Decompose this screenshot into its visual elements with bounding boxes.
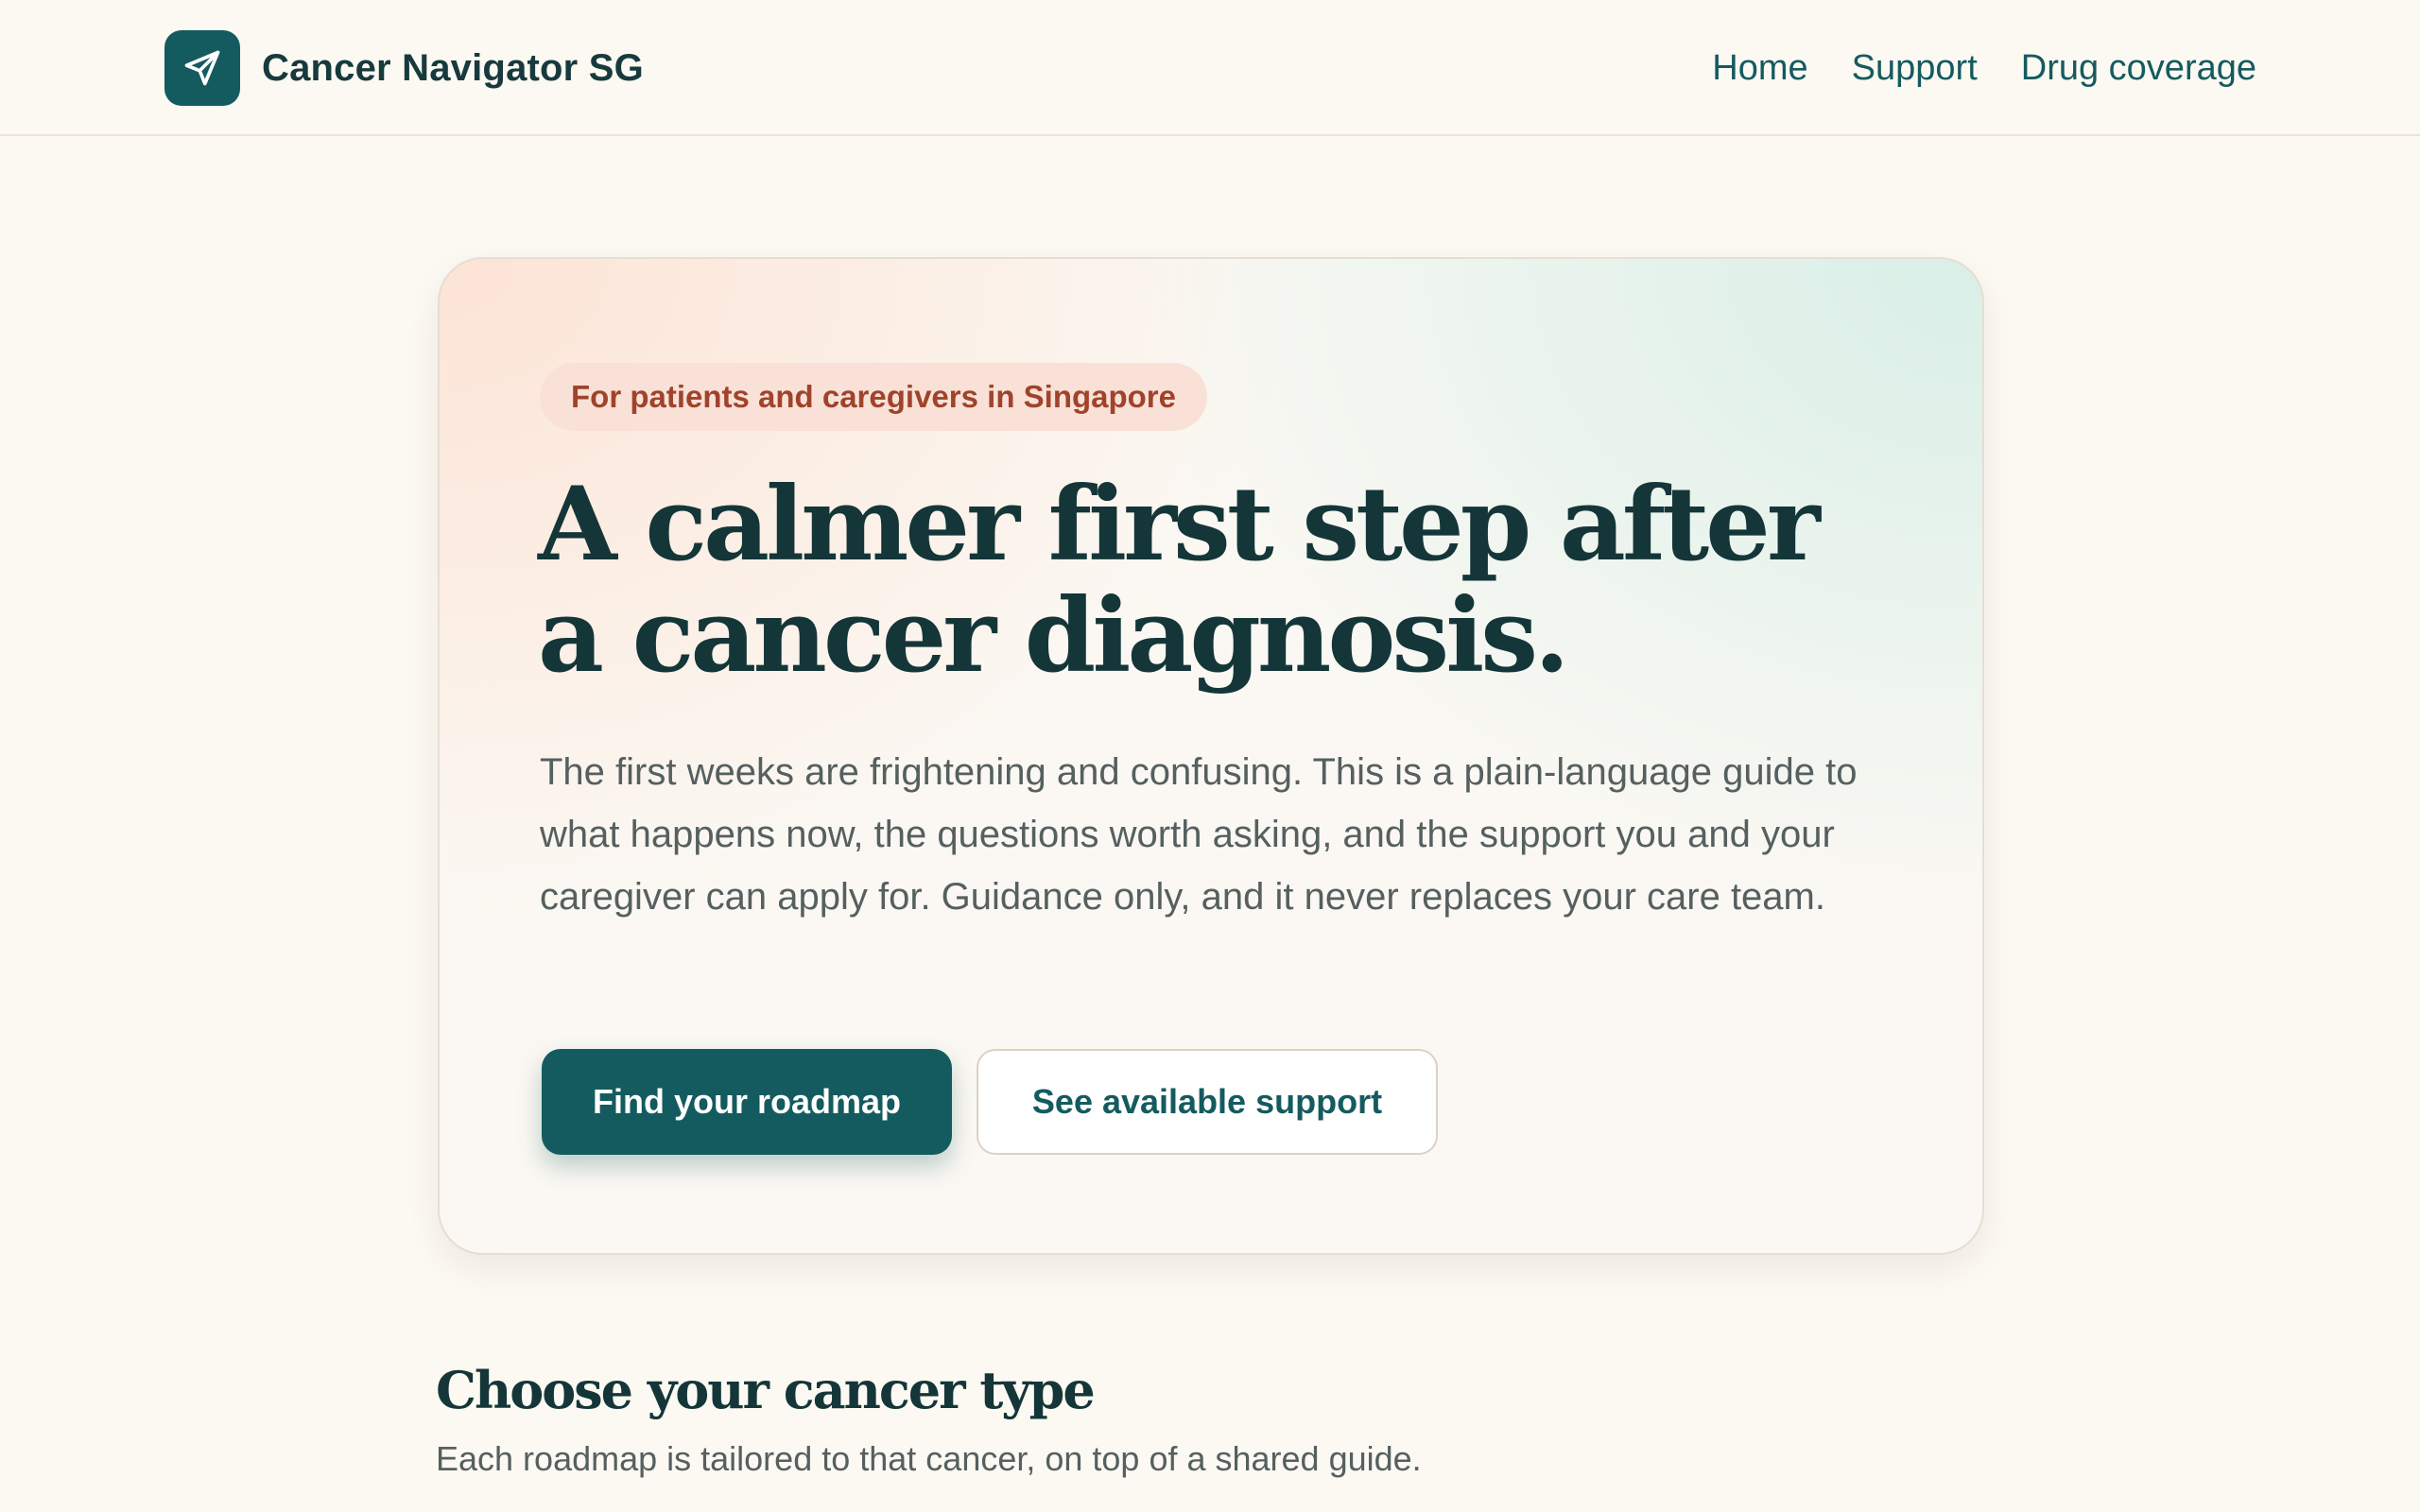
cancer-type-section-subtitle: Each roadmap is tailored to that cancer,… — [436, 1439, 1422, 1478]
audience-badge: For patients and caregivers in Singapore — [540, 363, 1208, 431]
paper-plane-icon — [164, 30, 240, 106]
hero-description: The first weeks are frightening and conf… — [540, 751, 1858, 918]
main-nav: Home Support Drug coverage — [1712, 43, 2256, 93]
hero-headline: A calmer first step after a cancer diagn… — [538, 469, 1821, 692]
find-roadmap-button[interactable]: Find your roadmap — [542, 1049, 952, 1155]
nav-link-home[interactable]: Home — [1712, 43, 1807, 93]
top-navigation-bar: Cancer Navigator SG Home Support Drug co… — [0, 0, 2420, 136]
hero-headline-line-2: a cancer diagnosis. — [538, 576, 1570, 696]
nav-link-support[interactable]: Support — [1852, 43, 1978, 93]
brand-logo-link[interactable]: Cancer Navigator SG — [164, 30, 644, 106]
cancer-type-section-title: Choose your cancer type — [436, 1360, 1096, 1420]
nav-link-drug-coverage[interactable]: Drug coverage — [2021, 43, 2256, 93]
hero-headline-line-1: A calmer first step after — [538, 465, 1821, 584]
hero-card: For patients and caregivers in Singapore… — [438, 257, 1984, 1255]
brand-name: Cancer Navigator SG — [262, 46, 644, 89]
see-support-button[interactable]: See available support — [977, 1049, 1438, 1155]
